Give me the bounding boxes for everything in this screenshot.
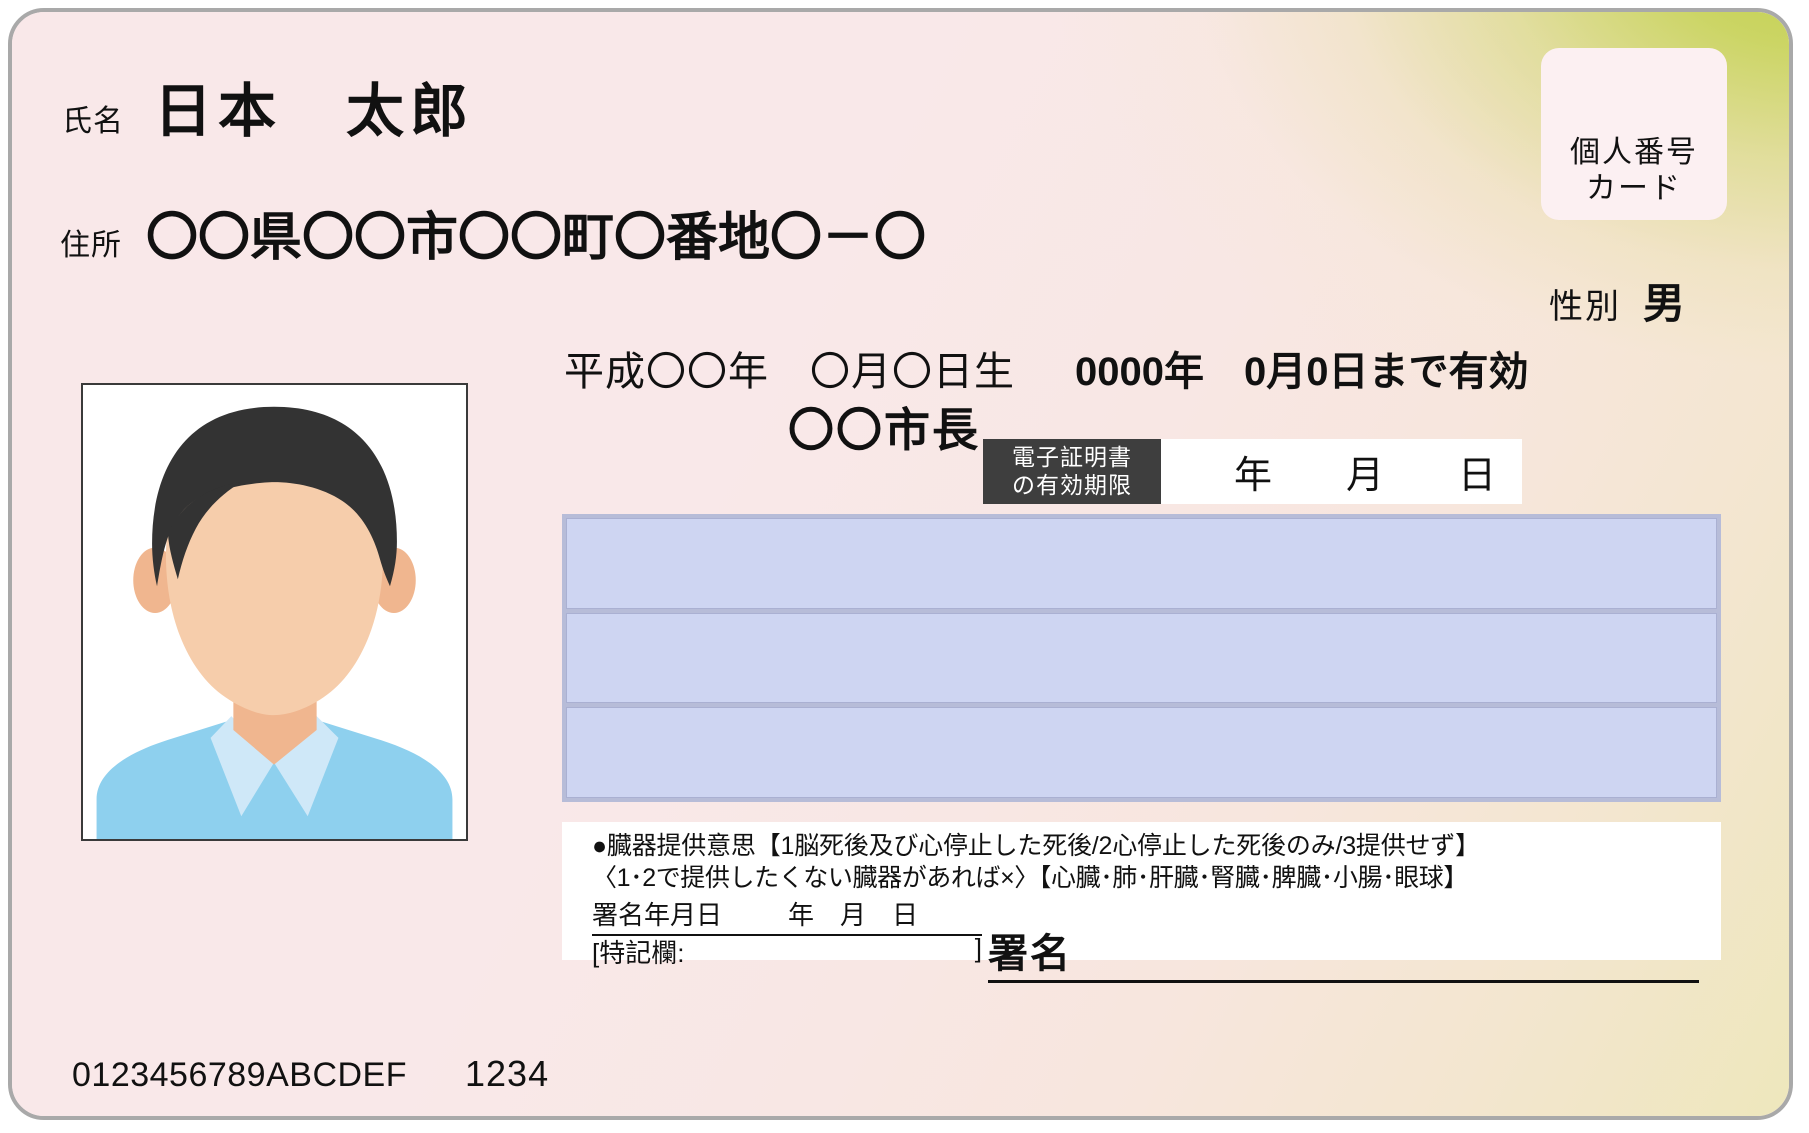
blank-entry-row <box>566 518 1717 609</box>
certificate-date-fields: 年 月 日 <box>1161 439 1522 504</box>
my-number-card-badge: 個人番号 カード <box>1541 48 1727 220</box>
certificate-day-unit: 日 <box>1457 455 1496 497</box>
blank-entry-row <box>566 612 1717 704</box>
address-field: 住所 〇〇県〇〇市〇〇町〇番地〇－〇 <box>60 195 926 270</box>
issuer-value: 〇〇市長 <box>788 404 980 456</box>
name-label: 氏名 <box>62 105 124 138</box>
signature-day-unit: 日 <box>892 900 919 930</box>
name-field: 氏名 日本 太郎 <box>62 64 474 148</box>
organ-donation-panel: ●臓器提供意思【1脳死後及び心停止した死後/2心停止した死後のみ/3提供せず】 … <box>562 822 1721 983</box>
remarks-field: [特記欄: ] <box>592 933 982 970</box>
badge-line-1: 個人番号 <box>1570 136 1698 170</box>
card-content: 氏名 日本 太郎 住所 〇〇県〇〇市〇〇町〇番地〇－〇 個人番号 カード 性別 … <box>12 12 1789 1116</box>
certificate-year-unit: 年 <box>1233 455 1272 497</box>
my-number-card: 氏名 日本 太郎 住所 〇〇県〇〇市〇〇町〇番地〇－〇 個人番号 カード 性別 … <box>8 8 1793 1120</box>
certificate-tag-line-2: の有効期限 <box>1012 471 1132 498</box>
birth-date-value: 平成〇〇年 〇月〇日生 <box>564 350 1015 394</box>
signature-month-unit: 月 <box>840 900 867 930</box>
portrait-photo <box>81 383 468 841</box>
organ-donation-line-2: 〈1･2で提供したくない臓器があれば×〉【心臓･肺･肝臓･腎臓･脾臓･小腸･眼球… <box>592 863 1469 892</box>
footer-numbers: 0123456789ABCDEF 1234 <box>72 1053 549 1095</box>
signature-date-field: 署名年月日 年 月 日 <box>592 895 982 936</box>
card-security-code: 1234 <box>465 1053 550 1094</box>
signature-date-units: 年 月 日 <box>788 895 918 932</box>
organ-donation-line-1: ●臓器提供意思【1脳死後及び心停止した死後/2心停止した死後のみ/3提供せず】 <box>592 832 1480 860</box>
expiry-date-value: 0000年 0月0日まで有効 <box>1075 350 1529 394</box>
address-label: 住所 <box>60 229 122 262</box>
blank-entry-row <box>566 707 1717 799</box>
certificate-month-unit: 月 <box>1345 455 1384 497</box>
signature-year-unit: 年 <box>788 900 815 930</box>
card-serial-number: 0123456789ABCDEF <box>72 1056 408 1094</box>
address-value: 〇〇県〇〇市〇〇町〇番地〇－〇 <box>146 209 927 267</box>
dates-row: 平成〇〇年 〇月〇日生 0000年 0月0日まで有効 <box>564 339 1528 397</box>
portrait-avatar-icon <box>83 385 466 839</box>
name-value: 日本 太郎 <box>154 79 475 144</box>
gender-value: 男 <box>1642 280 1685 327</box>
certificate-tag-line-1: 電子証明書 <box>1012 443 1132 470</box>
signature-area: 署名年月日 年 月 日 [特記欄: ] 署名 <box>592 895 1705 983</box>
remarks-close-bracket: ] <box>974 933 982 963</box>
remarks-open-bracket: [特記欄: <box>592 938 685 968</box>
gender-label: 性別 <box>1548 288 1621 326</box>
electronic-certificate-bar: 電子証明書 の有効期限 年 月 日 <box>983 439 1522 504</box>
blank-entry-panels <box>562 514 1721 802</box>
signature-date-label: 署名年月日 <box>592 900 723 930</box>
gender-field: 性別 男 <box>1549 270 1685 331</box>
certificate-tag: 電子証明書 の有効期限 <box>983 439 1161 504</box>
signature-line: 署名 <box>988 921 1699 983</box>
id-card-root: 氏名 日本 太郎 住所 〇〇県〇〇市〇〇町〇番地〇－〇 個人番号 カード 性別 … <box>0 0 1809 1133</box>
badge-line-2: カード <box>1586 171 1682 205</box>
signature-label: 署名 <box>988 932 1072 976</box>
